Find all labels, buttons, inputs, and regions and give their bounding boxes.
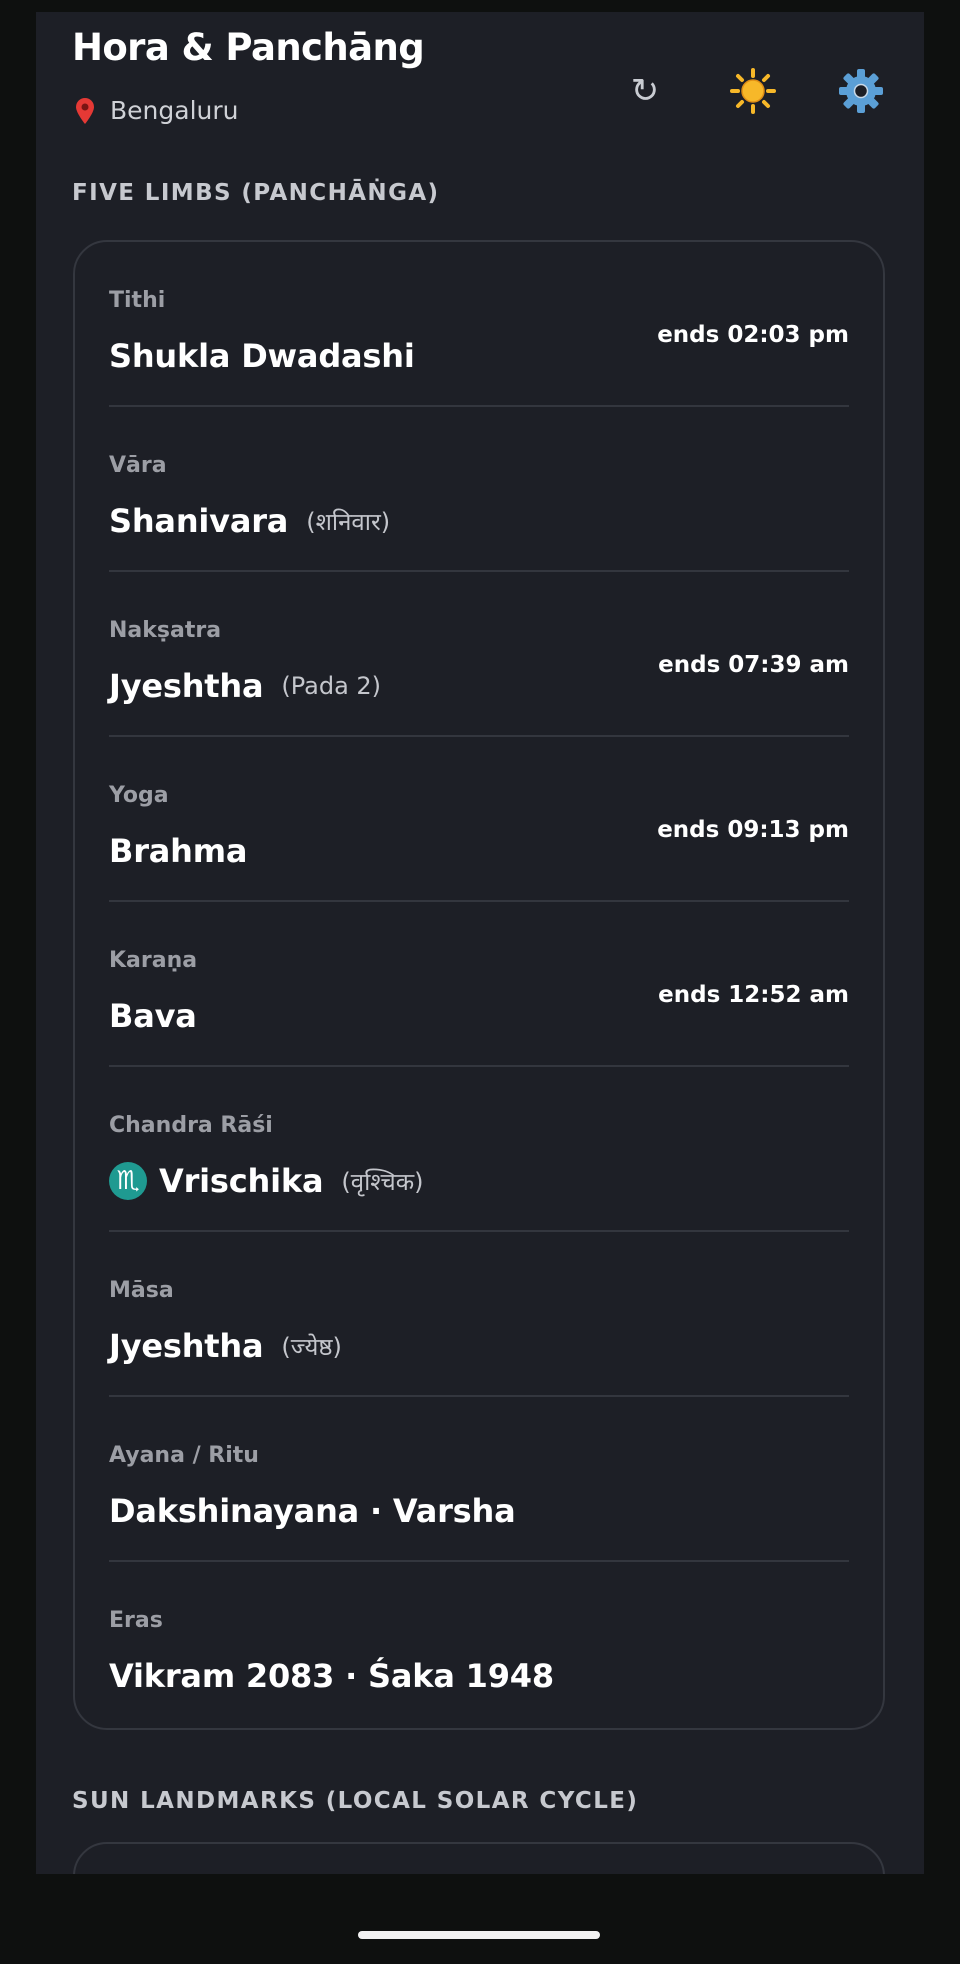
- refresh-icon: ↻: [630, 71, 660, 111]
- limb-label: Ayana / Ritu: [109, 1443, 259, 1468]
- limb-label: Eras: [109, 1608, 163, 1633]
- limb-value: Jyeshtha: [109, 667, 264, 705]
- limb-label: Nakṣatra: [109, 618, 222, 643]
- limb-row-nakshatra: Nakṣatra Jyeshtha (Pada 2) ends 07:39 am: [109, 572, 849, 737]
- sun-landmarks-card: [73, 1842, 885, 1874]
- sun-landmarks-section-title: SUN LANDMARKS (LOCAL SOLAR CYCLE): [72, 1788, 639, 1814]
- theme-toggle-button[interactable]: [726, 64, 780, 118]
- limb-value-line: Vikram 2083 · Śaka 1948: [109, 1657, 554, 1695]
- settings-button[interactable]: [834, 64, 888, 118]
- location-indicator[interactable]: Bengaluru: [74, 96, 238, 125]
- app-screen: Hora & Panchāng Bengaluru ↻ FIVE LIMBS (…: [36, 12, 924, 1874]
- limb-value-line: Jyeshtha (Pada 2): [109, 667, 381, 705]
- limb-value: Bava: [109, 997, 197, 1035]
- panchanga-card: Tithi Shukla Dwadashi ends 02:03 pm Vāra…: [73, 240, 885, 1730]
- limb-value: Brahma: [109, 832, 248, 870]
- limb-label: Chandra Rāśi: [109, 1113, 273, 1138]
- limb-value: Vikram 2083 · Śaka 1948: [109, 1657, 554, 1695]
- location-name: Bengaluru: [110, 96, 239, 125]
- header-actions: ↻: [564, 64, 888, 118]
- limb-row-masa: Māsa Jyeshtha (ज्येष्ठ): [109, 1232, 849, 1397]
- limb-row-chandra-rashi: Chandra Rāśi ♏ Vrischika (वृश्चिक): [109, 1067, 849, 1232]
- limb-row-karana: Karaṇa Bava ends 12:52 am: [109, 902, 849, 1067]
- limb-row-tithi: Tithi Shukla Dwadashi ends 02:03 pm: [109, 242, 849, 407]
- limb-value: Shukla Dwadashi: [109, 337, 415, 375]
- limb-row-eras: Eras Vikram 2083 · Śaka 1948: [109, 1562, 849, 1725]
- limb-label: Tithi: [109, 288, 166, 313]
- limb-value-line: ♏ Vrischika (वृश्चिक): [109, 1162, 424, 1200]
- limb-value-line: Brahma: [109, 832, 247, 870]
- limb-value: Dakshinayana · Varsha: [109, 1492, 516, 1530]
- limb-subtext: (वृश्चिक): [341, 1167, 424, 1196]
- limb-value-line: Shanivara (शनिवार): [109, 502, 390, 540]
- map-pin-icon: [74, 97, 96, 125]
- limb-subtext: (Pada 2): [281, 672, 382, 700]
- refresh-button[interactable]: ↻: [618, 64, 672, 118]
- limb-end-time: ends 09:13 pm: [657, 817, 849, 843]
- limb-value-line: Shukla Dwadashi: [109, 337, 415, 375]
- app-header: Hora & Panchāng Bengaluru ↻: [36, 12, 924, 162]
- limb-label: Vāra: [109, 453, 167, 478]
- gear-icon: [839, 69, 883, 113]
- home-indicator[interactable]: [358, 1931, 600, 1939]
- limb-subtext: (शनिवार): [306, 507, 391, 536]
- limb-end-time: ends 12:52 am: [658, 982, 849, 1008]
- limb-end-time: ends 07:39 am: [658, 652, 849, 678]
- limb-label: Māsa: [109, 1278, 174, 1303]
- limb-value: Jyeshtha: [109, 1327, 264, 1365]
- sun-icon: [730, 68, 776, 114]
- limb-value: Vrischika: [159, 1162, 324, 1200]
- five-limbs-section-title: FIVE LIMBS (PANCHĀṄGA): [72, 180, 440, 206]
- limb-label: Karaṇa: [109, 948, 198, 973]
- app-title: Hora & Panchāng: [72, 26, 425, 69]
- scorpio-icon: ♏: [109, 1162, 147, 1200]
- limb-value-line: Dakshinayana · Varsha: [109, 1492, 516, 1530]
- limb-end-time: ends 02:03 pm: [657, 322, 849, 348]
- limb-label: Yoga: [109, 783, 169, 808]
- limb-row-ayana-ritu: Ayana / Ritu Dakshinayana · Varsha: [109, 1397, 849, 1562]
- limb-row-yoga: Yoga Brahma ends 09:13 pm: [109, 737, 849, 902]
- limb-value: Shanivara: [109, 502, 289, 540]
- limb-subtext: (ज्येष्ठ): [281, 1332, 342, 1361]
- limb-value-line: Bava: [109, 997, 197, 1035]
- limb-row-vara: Vāra Shanivara (शनिवार): [109, 407, 849, 572]
- limb-value-line: Jyeshtha (ज्येष्ठ): [109, 1327, 342, 1365]
